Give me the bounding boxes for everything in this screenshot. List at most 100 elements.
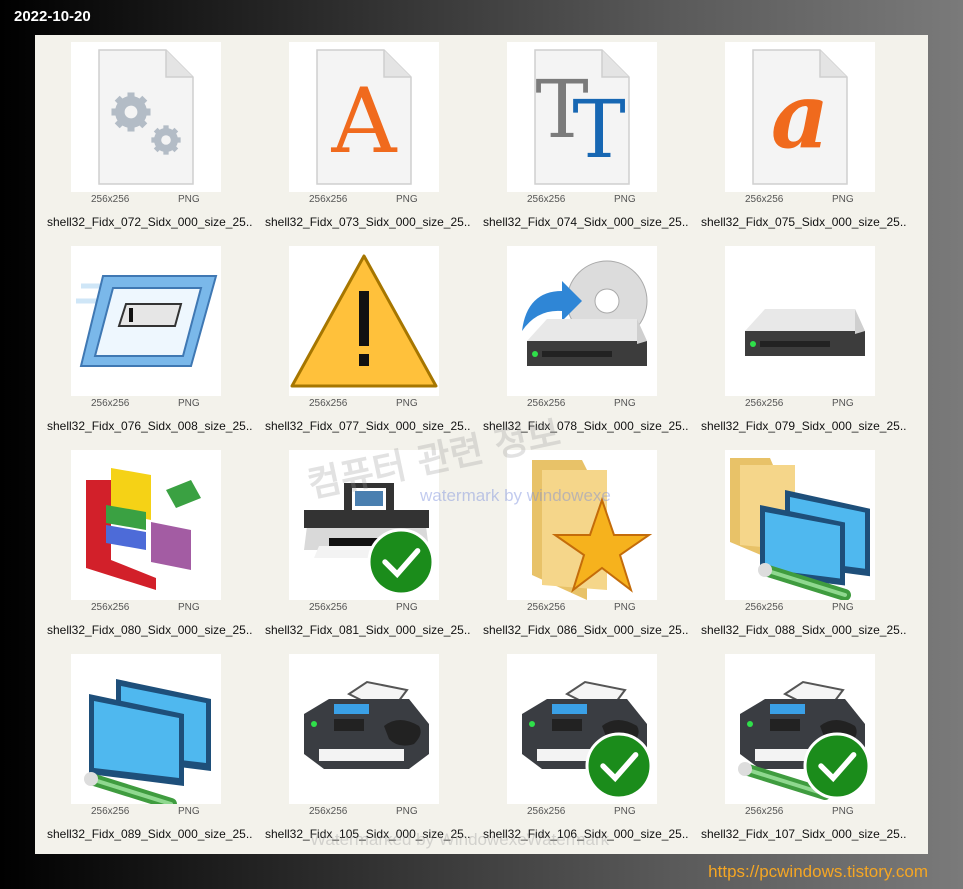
file-dimensions: 256x256 — [527, 398, 566, 409]
file-meta: 256x256 PNG — [471, 398, 689, 412]
default-fax-icon[interactable] — [507, 654, 657, 804]
file-dimensions: 256x256 — [309, 398, 348, 409]
file-format: PNG — [396, 602, 418, 613]
file-meta: 256x256 PNG — [471, 194, 689, 208]
file-name[interactable]: shell32_Fidx_086_Sidx_000_size_25... — [483, 623, 689, 637]
default-printer-icon[interactable] — [289, 450, 439, 600]
file-dimensions: 256x256 — [91, 806, 130, 817]
icon-tile[interactable]: 256x256 PNG shell32_Fidx_072_Sidx_000_size… — [35, 35, 253, 235]
file-name[interactable]: shell32_Fidx_072_Sidx_000_size_25... — [47, 215, 253, 229]
file-format: PNG — [832, 806, 854, 817]
file-dimensions: 256x256 — [527, 806, 566, 817]
file-dimensions: 256x256 — [527, 602, 566, 613]
file-name[interactable]: shell32_Fidx_080_Sidx_000_size_25... — [47, 623, 253, 637]
fax-printer-icon[interactable] — [289, 654, 439, 804]
file-meta: 256x256 PNG — [689, 602, 907, 616]
file-format: PNG — [832, 194, 854, 205]
date-label: 2022-10-20 — [14, 8, 91, 25]
defrag-blocks-icon[interactable] — [71, 450, 221, 600]
file-name[interactable]: shell32_Fidx_074_Sidx_000_size_25... — [483, 215, 689, 229]
warning-icon[interactable] — [289, 246, 439, 396]
file-format: PNG — [614, 602, 636, 613]
file-dimensions: 256x256 — [91, 194, 130, 205]
file-meta: 256x256 PNG — [35, 194, 253, 208]
file-format: PNG — [178, 806, 200, 817]
file-format: PNG — [832, 398, 854, 409]
icon-tile[interactable]: 256x256 PNG shell32_Fidx_107_Sidx_000_size… — [689, 647, 907, 847]
file-dimensions: 256x256 — [745, 398, 784, 409]
file-format: PNG — [832, 602, 854, 613]
file-format: PNG — [614, 194, 636, 205]
file-name[interactable]: shell32_Fidx_076_Sidx_008_size_25... — [47, 419, 253, 433]
file-meta: 256x256 PNG — [253, 602, 471, 616]
file-name[interactable]: shell32_Fidx_106_Sidx_000_size_25... — [483, 827, 689, 841]
icon-tile[interactable]: a 256x256 PNG shell32_Fidx_075_Sidx_000_siz… — [689, 35, 907, 235]
icon-grid: 256x256 PNG shell32_Fidx_072_Sidx_000_size… — [35, 35, 928, 854]
file-format: PNG — [178, 194, 200, 205]
cd-drive-install-icon[interactable] — [507, 246, 657, 396]
window-shortcut-icon[interactable] — [71, 246, 221, 396]
file-dimensions: 256x256 — [309, 194, 348, 205]
icon-tile[interactable]: 256x256 PNG shell32_Fidx_076_Sidx_008_size… — [35, 239, 253, 439]
icon-tile[interactable]: 256x256 PNG shell32_Fidx_089_Sidx_000_size… — [35, 647, 253, 847]
file-dimensions: 256x256 — [745, 806, 784, 817]
icon-tile[interactable]: 256x256 PNG shell32_Fidx_080_Sidx_000_size… — [35, 443, 253, 643]
file-dimensions: 256x256 — [309, 602, 348, 613]
icon-tile[interactable]: 256x256 PNG shell32_Fidx_088_Sidx_000_size… — [689, 443, 907, 643]
file-meta: 256x256 PNG — [471, 602, 689, 616]
svg-text:A: A — [331, 69, 398, 174]
thumbnail-panel: 256x256 PNG shell32_Fidx_072_Sidx_000_size… — [35, 35, 928, 854]
icon-tile[interactable]: 256x256 PNG shell32_Fidx_086_Sidx_000_size… — [471, 443, 689, 643]
file-name[interactable]: shell32_Fidx_079_Sidx_000_size_25... — [701, 419, 907, 433]
icon-tile[interactable]: T T 256x256 PNG shell32_Fidx_074_Sidx_000_si… — [471, 35, 689, 235]
file-dimensions: 256x256 — [309, 806, 348, 817]
file-name[interactable]: shell32_Fidx_077_Sidx_000_size_25... — [265, 419, 471, 433]
file-dimensions: 256x256 — [91, 602, 130, 613]
italic-font-file-icon[interactable]: a — [725, 42, 875, 192]
file-format: PNG — [178, 398, 200, 409]
font-a-file-icon[interactable]: A — [289, 42, 439, 192]
file-meta: 256x256 PNG — [471, 806, 689, 820]
file-meta: 256x256 PNG — [253, 194, 471, 208]
file-format: PNG — [396, 806, 418, 817]
settings-file-icon[interactable] — [71, 42, 221, 192]
file-name[interactable]: shell32_Fidx_075_Sidx_000_size_25... — [701, 215, 907, 229]
icon-tile[interactable]: 256x256 PNG shell32_Fidx_106_Sidx_000_size… — [471, 647, 689, 847]
file-meta: 256x256 PNG — [35, 806, 253, 820]
svg-text:a: a — [771, 63, 829, 169]
network-default-fax-icon[interactable] — [725, 654, 875, 804]
file-format: PNG — [614, 806, 636, 817]
file-name[interactable]: shell32_Fidx_089_Sidx_000_size_25... — [47, 827, 253, 841]
file-dimensions: 256x256 — [745, 194, 784, 205]
file-meta: 256x256 PNG — [689, 398, 907, 412]
icon-tile[interactable]: 256x256 PNG shell32_Fidx_105_Sidx_000_size… — [253, 647, 471, 847]
network-computers-icon[interactable] — [71, 654, 221, 804]
file-format: PNG — [178, 602, 200, 613]
icon-tile[interactable]: A 256x256 PNG shell32_Fidx_073_Sidx_000_siz… — [253, 35, 471, 235]
icon-tile[interactable]: 256x256 PNG shell32_Fidx_077_Sidx_000_size… — [253, 239, 471, 439]
file-meta: 256x256 PNG — [35, 398, 253, 412]
file-dimensions: 256x256 — [91, 398, 130, 409]
file-format: PNG — [396, 398, 418, 409]
icon-tile[interactable]: 256x256 PNG shell32_Fidx_081_Sidx_000_size… — [253, 443, 471, 643]
file-name[interactable]: shell32_Fidx_088_Sidx_000_size_25... — [701, 623, 907, 637]
site-url[interactable]: https://pcwindows.tistory.com — [708, 862, 928, 882]
file-name[interactable]: shell32_Fidx_081_Sidx_000_size_25... — [265, 623, 471, 637]
truetype-font-file-icon[interactable]: TT — [507, 42, 657, 192]
file-format: PNG — [396, 194, 418, 205]
hard-drive-icon[interactable] — [725, 246, 875, 396]
icon-tile[interactable]: 256x256 PNG shell32_Fidx_078_Sidx_000_size… — [471, 239, 689, 439]
file-name[interactable]: shell32_Fidx_073_Sidx_000_size_25... — [265, 215, 471, 229]
icon-tile[interactable]: 256x256 PNG shell32_Fidx_079_Sidx_000_size… — [689, 239, 907, 439]
file-meta: 256x256 PNG — [689, 194, 907, 208]
favorites-folder-icon[interactable] — [507, 450, 657, 600]
file-name[interactable]: shell32_Fidx_105_Sidx_000_size_25... — [265, 827, 471, 841]
svg-text:T: T — [572, 83, 625, 176]
file-meta: 256x256 PNG — [253, 806, 471, 820]
file-name[interactable]: shell32_Fidx_107_Sidx_000_size_25... — [701, 827, 907, 841]
file-meta: 256x256 PNG — [689, 806, 907, 820]
file-name[interactable]: shell32_Fidx_078_Sidx_000_size_25... — [483, 419, 689, 433]
file-dimensions: 256x256 — [527, 194, 566, 205]
file-meta: 256x256 PNG — [35, 602, 253, 616]
network-folder-icon[interactable] — [725, 450, 875, 600]
